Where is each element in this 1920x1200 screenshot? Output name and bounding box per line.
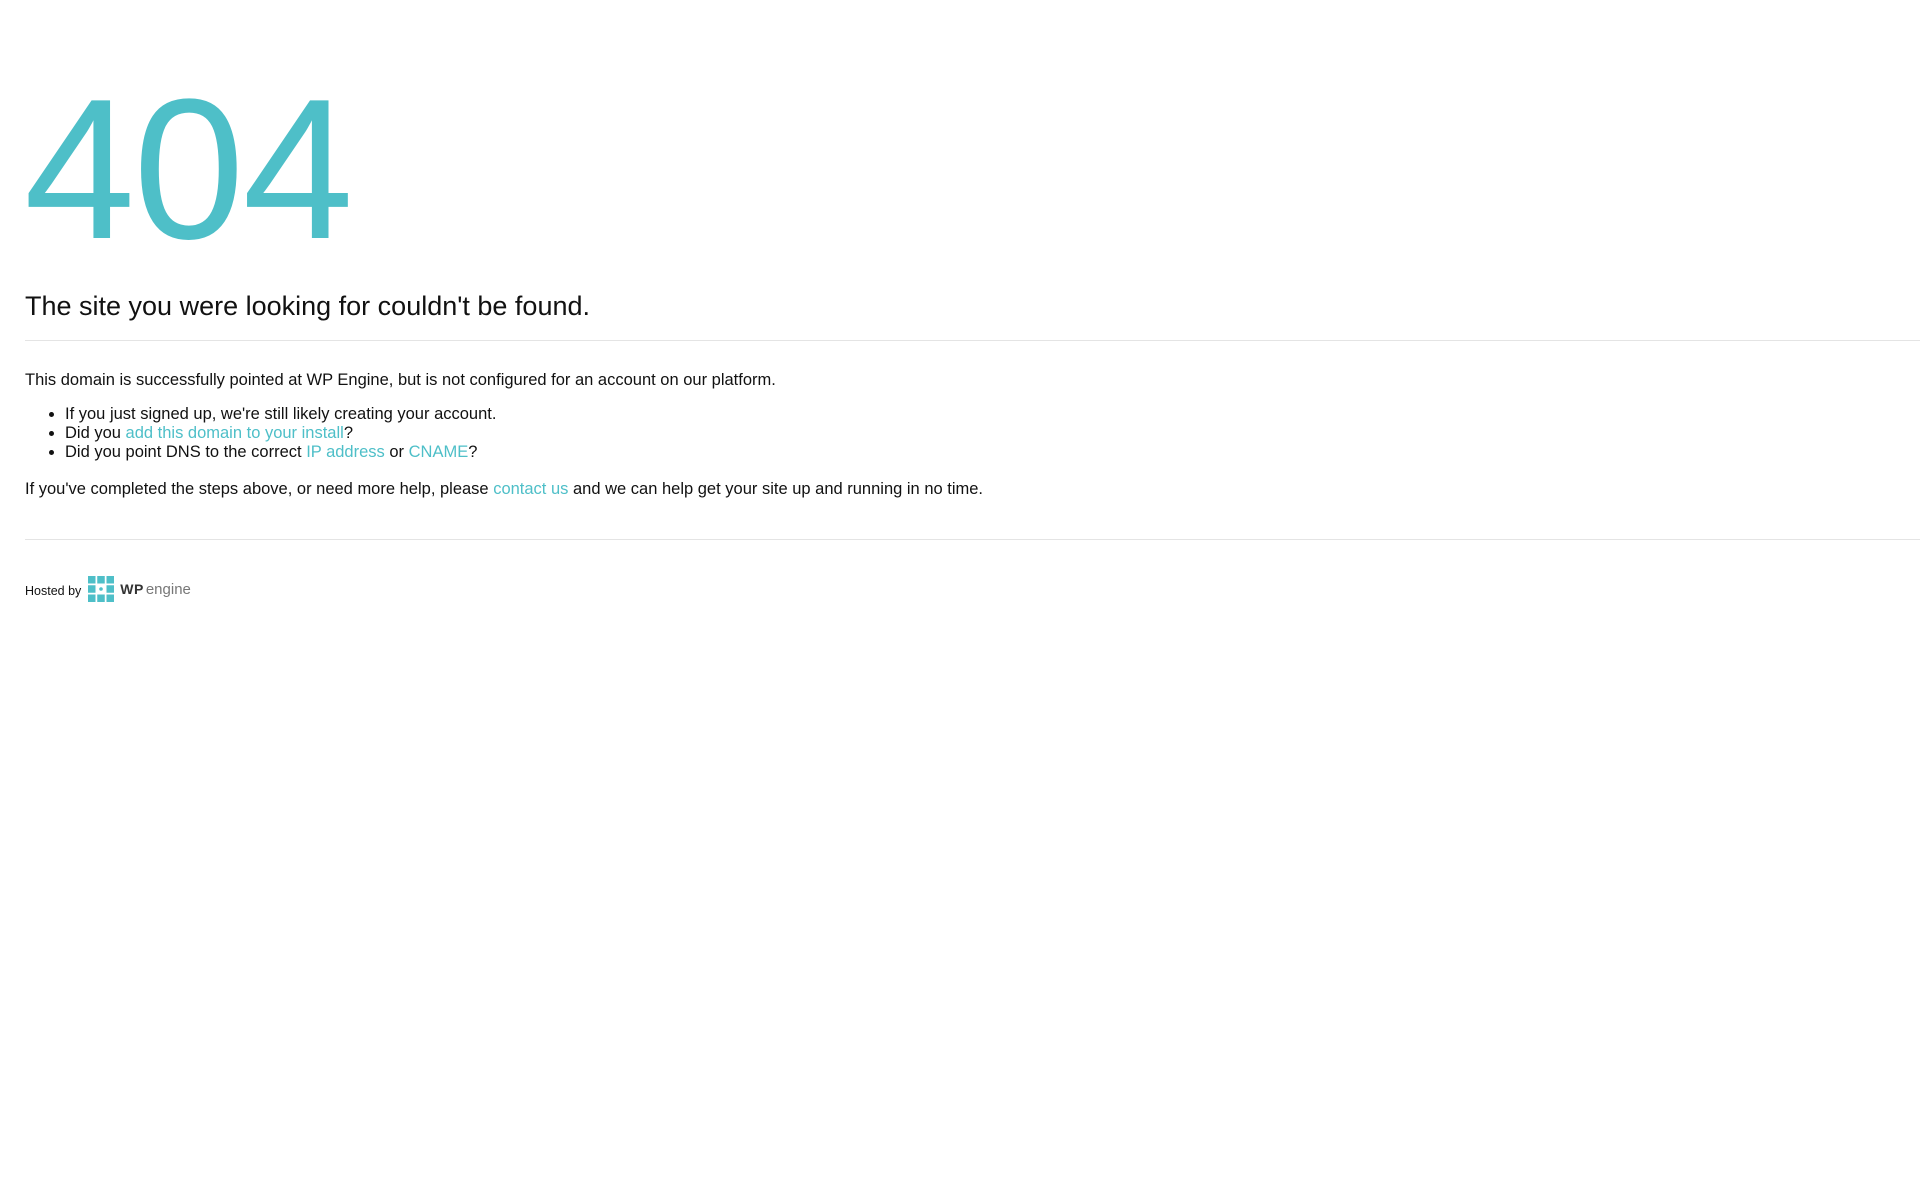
wpengine-grid-logo-icon (88, 576, 115, 602)
step-dns-prefix: Did you point DNS to the correct (65, 443, 307, 461)
step-domain-suffix: ? (343, 424, 354, 442)
cname-link[interactable]: CNAME (409, 443, 469, 461)
bottom-divider (25, 539, 1920, 540)
step-signup-text: If you just signed up, we're still likel… (65, 405, 497, 423)
contact-us-link[interactable]: contact us (493, 480, 568, 498)
help-steps-list: If you just signed up, we're still likel… (25, 405, 496, 462)
help-prefix: If you've completed the steps above, or … (25, 480, 494, 498)
list-item: If you just signed up, we're still likel… (65, 405, 496, 424)
logo-engine-text: engine (145, 580, 191, 598)
list-item: Did you point DNS to the correct IP addr… (65, 443, 496, 462)
logo-wp-text: WP (120, 581, 144, 597)
list-item: Did you add this domain to your install? (65, 424, 496, 443)
intro-text: This domain is successfully pointed at W… (25, 371, 776, 389)
help-suffix: and we can help get your site up and run… (568, 480, 984, 498)
wpengine-logo-link[interactable]: WP engine (88, 576, 191, 602)
top-divider (25, 340, 1920, 341)
error-page: 404 The site you were looking for couldn… (0, 0, 1920, 1200)
step-domain-prefix: Did you (65, 424, 126, 442)
error-code: 404 (24, 58, 354, 281)
hosted-by-label: Hosted by (25, 584, 82, 598)
hosted-by-footer: Hosted by WP engine (25, 576, 191, 602)
ip-address-link[interactable]: IP address (306, 443, 385, 461)
add-domain-link[interactable]: add this domain to your install (126, 424, 344, 442)
step-dns-suffix: ? (468, 443, 478, 461)
step-dns-mid: or (384, 443, 409, 461)
page-title: The site you were looking for couldn't b… (25, 291, 590, 321)
help-text: If you've completed the steps above, or … (25, 479, 983, 499)
